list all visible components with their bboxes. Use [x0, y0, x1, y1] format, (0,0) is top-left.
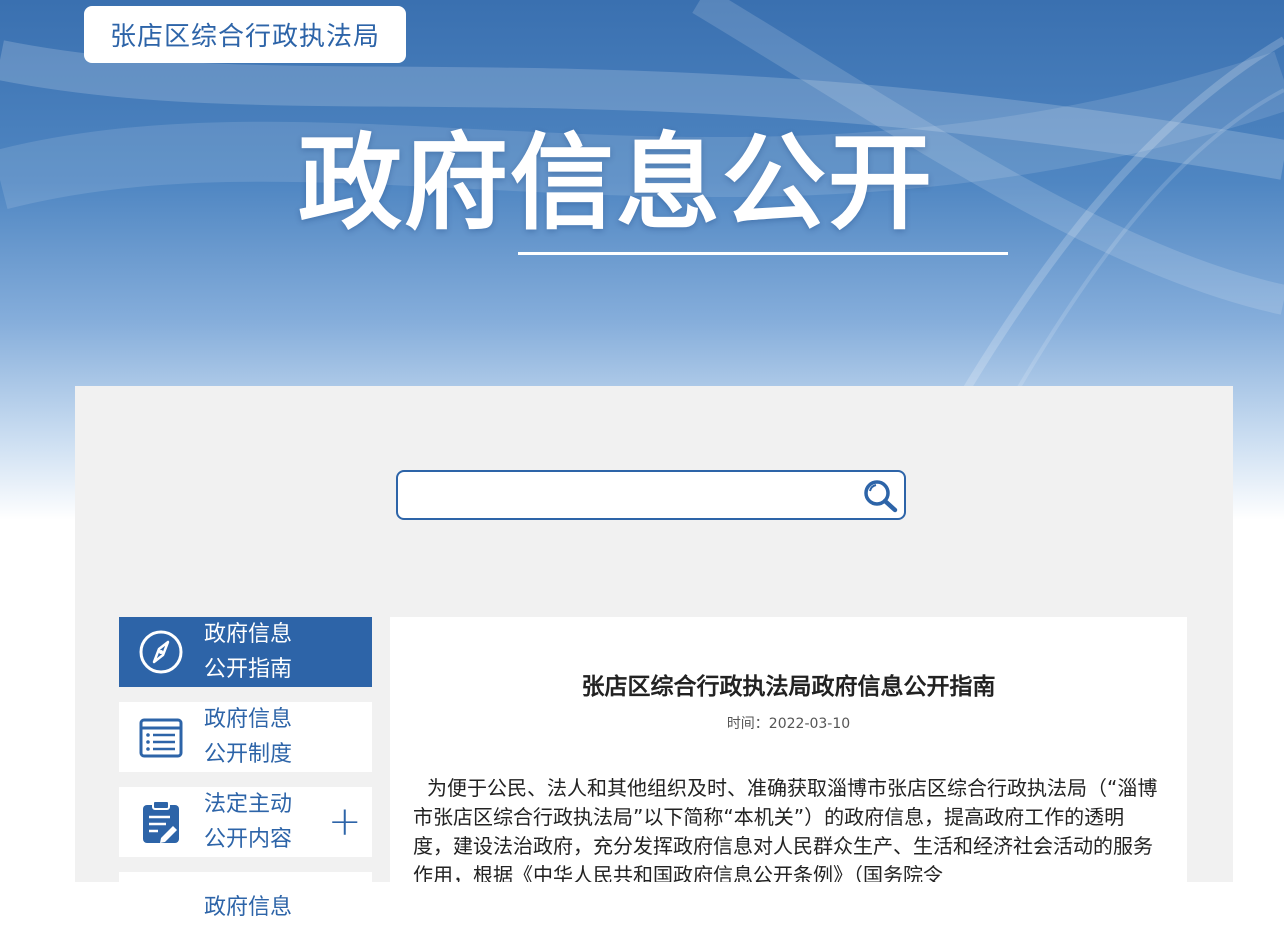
sidebar-item-info[interactable]: 政府信息: [119, 872, 372, 942]
expand-icon[interactable]: +: [328, 802, 362, 842]
org-name: 张店区综合行政执法局: [109, 22, 380, 52]
search-box: [396, 470, 906, 520]
sidebar-item-active-content[interactable]: 法定主动 公开内容 +: [119, 787, 372, 857]
label-line-1: 政府信息: [204, 894, 293, 920]
article-body: 为便于公民、法人和其他组织及时、准确获取淄博市张店区综合行政执法局（“淄博市张店…: [413, 776, 1158, 882]
compass-icon: [136, 627, 186, 677]
search-input[interactable]: [410, 480, 854, 512]
label-line-2: 公开制度: [204, 742, 293, 767]
sidebar-item-label: 法定主动 公开内容: [204, 787, 314, 857]
title-underline: [518, 252, 1008, 255]
label-line-1: 政府信息: [204, 707, 293, 732]
clipboard-edit-icon: [136, 797, 186, 847]
article-title: 张店区综合行政执法局政府信息公开指南: [581, 674, 996, 700]
sidebar-item-guide[interactable]: 政府信息 公开指南: [119, 617, 372, 687]
label-line-1: 法定主动: [204, 792, 293, 817]
search-icon[interactable]: [862, 479, 898, 513]
sidebar-item-label: 政府信息 公开指南: [204, 617, 314, 687]
sidebar-item-label: 政府信息 公开制度: [204, 702, 314, 772]
sidebar-item-label: 政府信息: [204, 890, 314, 925]
label-line-2: 公开内容: [204, 827, 293, 852]
article-panel: 张店区综合行政执法局政府信息公开指南 时间：2022-03-10 为便于公民、法…: [390, 617, 1187, 882]
label-line-2: 公开指南: [204, 657, 293, 682]
sidebar-item-system[interactable]: 政府信息 公开制度: [119, 702, 372, 772]
list-icon: [136, 712, 186, 762]
org-name-badge[interactable]: 张店区综合行政执法局: [84, 6, 406, 63]
doc-icon: [136, 882, 186, 932]
label-line-1: 政府信息: [204, 622, 293, 647]
page-title: 政府信息公开: [298, 122, 935, 244]
article-time: 时间：2022-03-10: [726, 716, 851, 732]
